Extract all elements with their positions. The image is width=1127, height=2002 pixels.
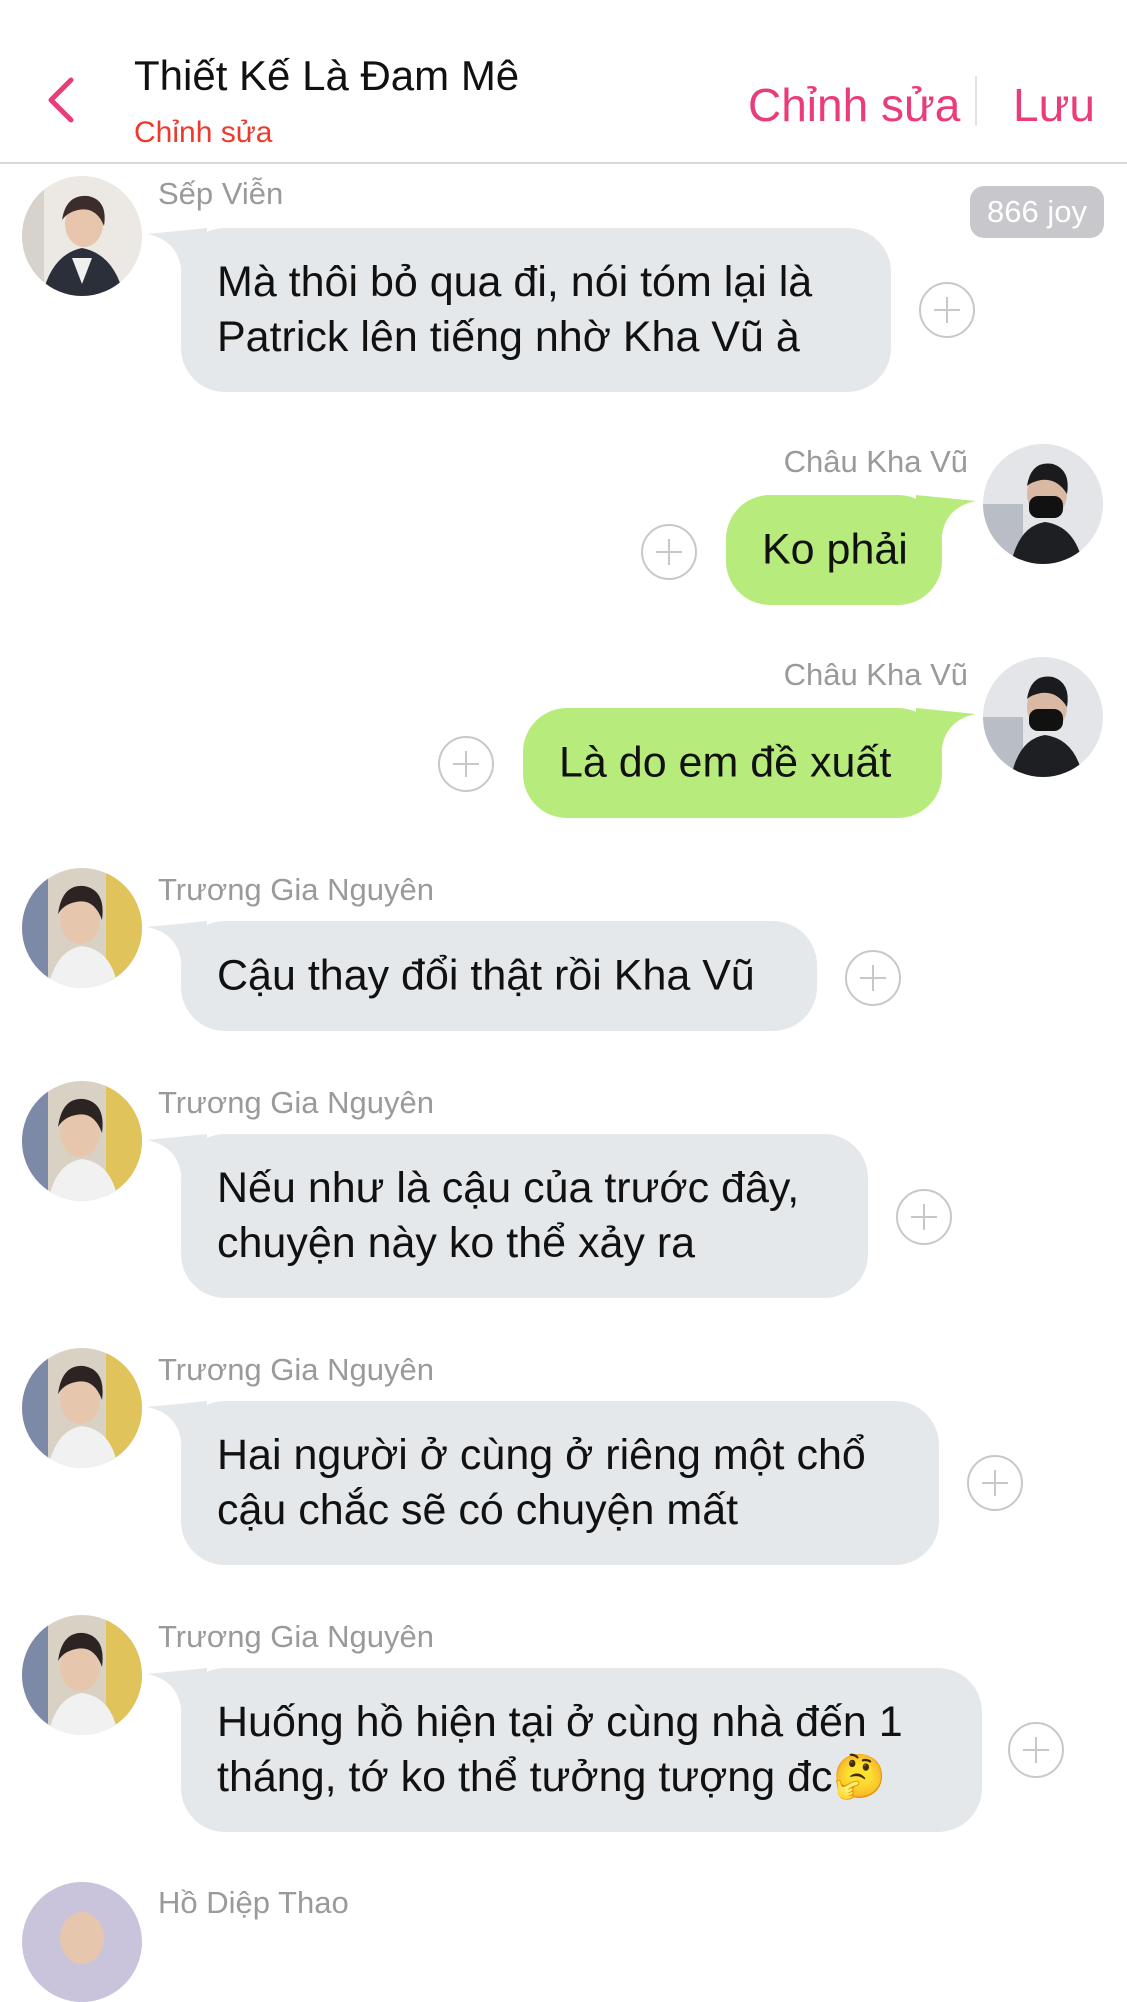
message-bubble[interactable]: Ko phải [726,495,976,605]
joy-badge: 866 joy [970,186,1104,238]
avatar[interactable] [983,444,1103,564]
avatar[interactable] [22,1348,142,1468]
chevron-left-icon [48,77,74,123]
add-reaction-button[interactable] [967,1455,1023,1511]
add-reaction-button[interactable] [641,524,697,580]
sender-name: Trương Gia Nguyên [158,1085,434,1120]
chat-title: Thiết Kế Là Đam Mê [134,52,520,99]
message-bubble[interactable]: Là do em đề xuất [523,708,976,818]
message-text: Mà thôi bỏ qua đi, nói tóm lại là Patric… [217,258,813,361]
sender-name: Châu Kha Vũ [783,657,968,692]
sender-name: Trương Gia Nguyên [158,1619,434,1654]
header-divider [975,76,977,126]
avatar[interactable] [22,1882,142,2002]
message-text: Là do em đề xuất [559,738,892,787]
message-text: Cậu thay đổi thật rồi Kha Vũ [217,951,755,1000]
message-bubble[interactable]: Huống hồ hiện tại ở cùng nhà đến 1 tháng… [147,1668,982,1832]
sender-name: Sếp Viễn [158,176,284,211]
chat-subtitle[interactable]: Chỉnh sửa [134,116,273,150]
add-reaction-button[interactable] [896,1189,952,1245]
edit-button[interactable]: Chỉnh sửa [748,78,960,132]
message-text: Nếu như là cậu của trước đây, chuyện này… [217,1164,800,1267]
message-bubble[interactable]: Cậu thay đổi thật rồi Kha Vũ [147,921,817,1031]
message-text: Ko phải [762,525,908,574]
add-reaction-button[interactable] [845,950,901,1006]
message-bubble[interactable]: Hai người ở cùng ở riêng một chổ cậu chắ… [147,1401,939,1565]
chat-header: Thiết Kế Là Đam Mê Chỉnh sửa Chỉnh sửa L… [0,0,1127,164]
sender-name: Trương Gia Nguyên [158,1352,434,1387]
avatar[interactable] [22,1615,142,1735]
avatar[interactable] [22,1081,142,1201]
message-bubble[interactable]: Nếu như là cậu của trước đây, chuyện này… [147,1134,868,1298]
message-bubble[interactable]: Mà thôi bỏ qua đi, nói tóm lại là Patric… [147,228,891,392]
avatar[interactable] [22,176,142,296]
add-reaction-button[interactable] [919,282,975,338]
message-text: Hai người ở cùng ở riêng một chổ cậu chắ… [217,1431,866,1534]
add-reaction-button[interactable] [1008,1722,1064,1778]
sender-name: Châu Kha Vũ [783,444,968,479]
sender-name: Hồ Diệp Thao [158,1885,349,1920]
message-text: Huống hồ hiện tại ở cùng nhà đến 1 tháng… [217,1698,903,1801]
add-reaction-button[interactable] [438,736,494,792]
save-button[interactable]: Lưu [1013,78,1095,132]
avatar[interactable] [983,657,1103,777]
back-button[interactable] [40,72,80,128]
sender-name: Trương Gia Nguyên [158,872,434,907]
avatar[interactable] [22,868,142,988]
